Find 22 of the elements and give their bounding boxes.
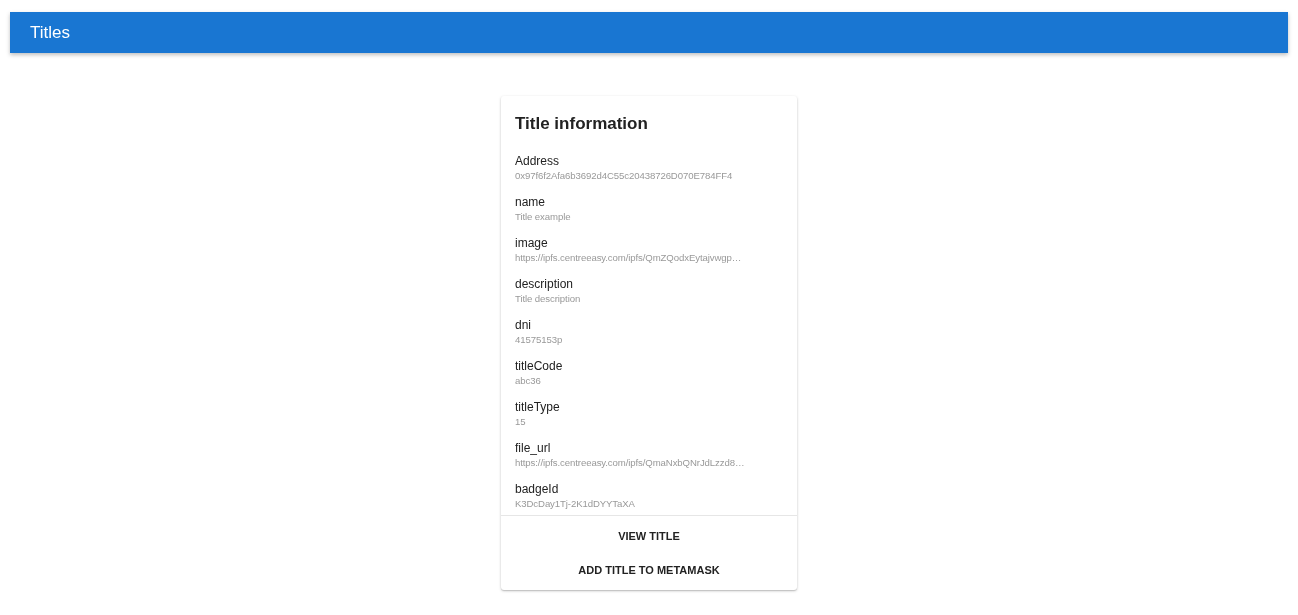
field-label: image: [515, 236, 549, 251]
field-label: dni: [515, 318, 532, 333]
card-title: Title information: [514, 113, 649, 134]
field-value: https://ipfs.centreeasy.com/ipfs/QmZQodxEytajvwgp…: [515, 251, 743, 265]
field-label: file_url: [515, 441, 552, 456]
field-value: Title description: [515, 292, 582, 306]
field-value: 41575153p: [515, 333, 564, 347]
field-value: K3DcDay1Tj-2K1dDYYTaXA: [515, 497, 636, 511]
field-label: description: [515, 277, 575, 292]
field-value: abc36: [515, 374, 542, 388]
action-button[interactable]: VIEW TITLE: [608, 524, 690, 548]
field-label: Address: [515, 154, 561, 169]
field-value: https://ipfs.centreeasy.com/ipfs/QmaNxbQNrJdLzzd8…: [515, 456, 746, 470]
field-value: 0x97f6f2Afa6b3692d4C55c20438726D070E784FF4: [515, 169, 734, 183]
field-value: 15: [515, 415, 527, 429]
field-label: badgeId: [515, 482, 560, 497]
field-label: name: [515, 195, 547, 210]
app-title: Titles: [30, 22, 70, 43]
field-label: titleType: [515, 400, 561, 415]
action-button[interactable]: ADD TITLE TO METAMASK: [568, 558, 730, 582]
field-label: titleCode: [515, 359, 564, 374]
field-value: Title example: [515, 210, 572, 224]
